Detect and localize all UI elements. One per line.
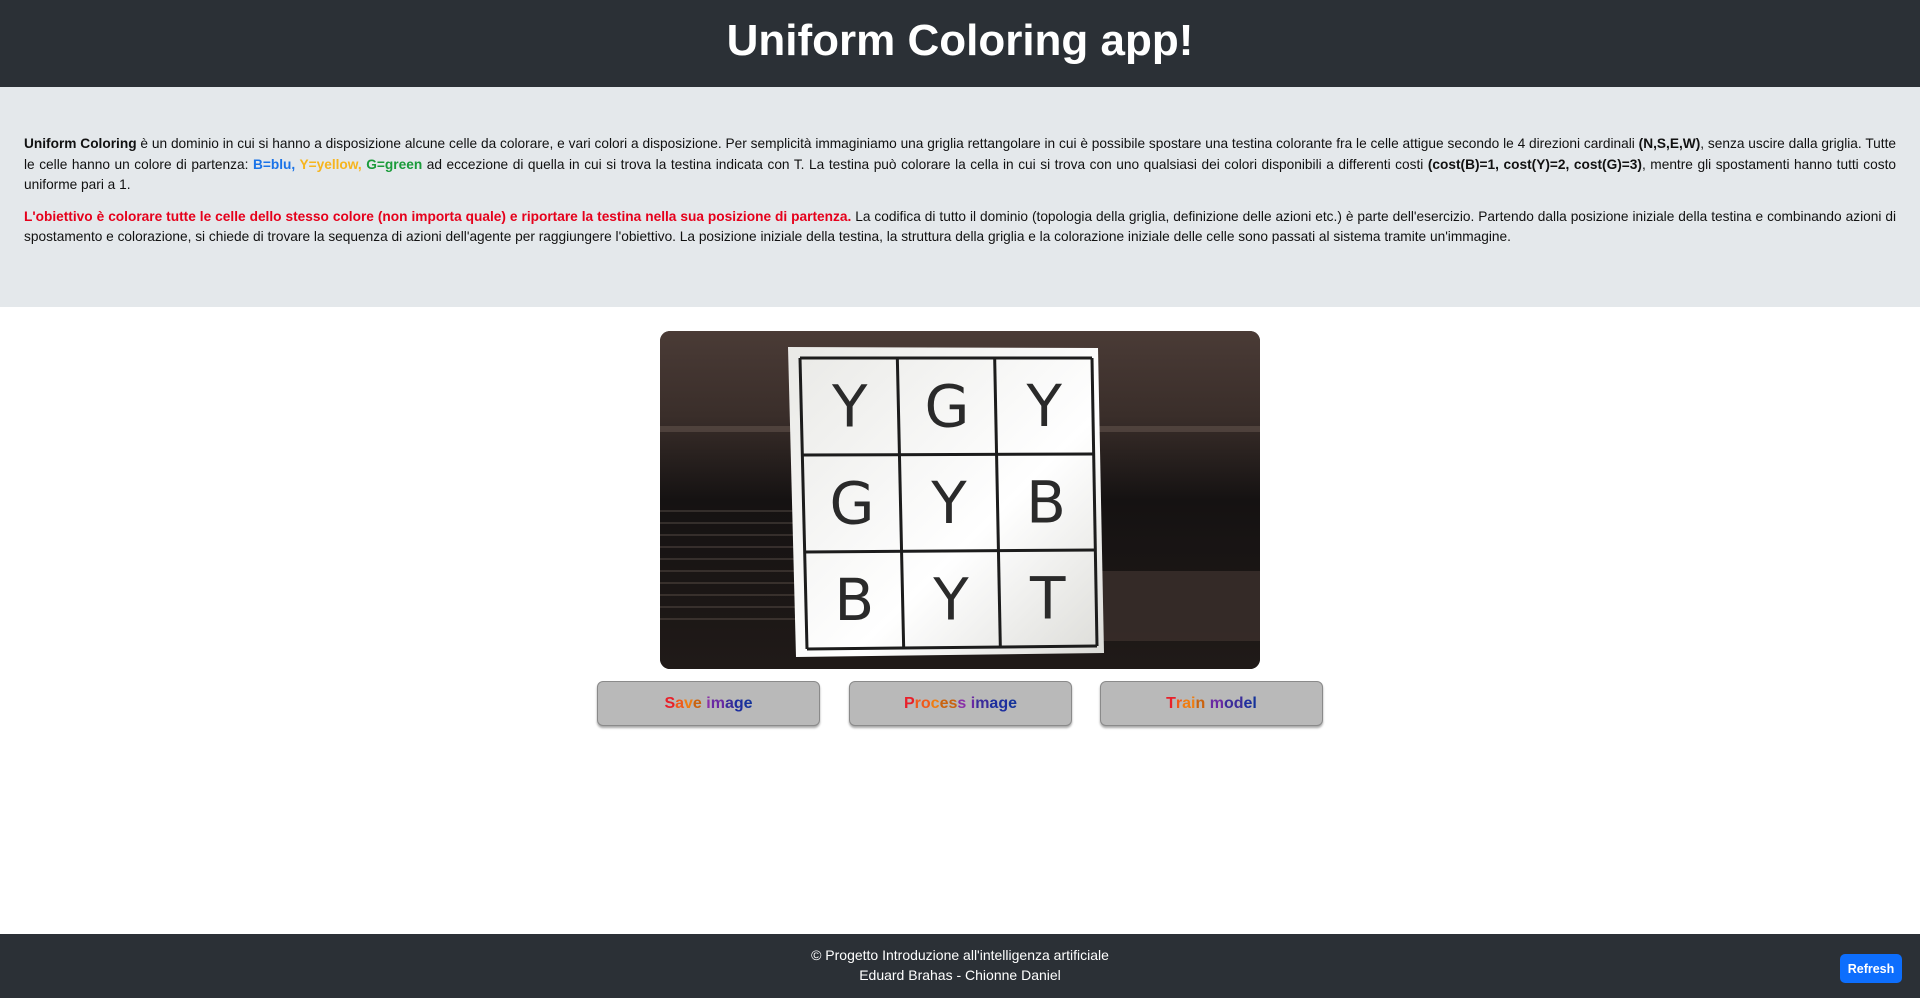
process-image-label: Process image bbox=[903, 694, 1018, 712]
grid-line bbox=[802, 452, 1094, 457]
goal-statement: L'obiettivo è colorare tutte le celle de… bbox=[24, 208, 852, 224]
color-green-label: G=green bbox=[361, 156, 423, 172]
train-model-label: Train model bbox=[1166, 694, 1257, 712]
app-header: Uniform Coloring app! bbox=[0, 0, 1920, 87]
save-image-label: Save image bbox=[664, 694, 753, 712]
footer-project-line: © Progetto Introduzione all'intelligenza… bbox=[811, 947, 1109, 963]
color-blue-label: B=blu, bbox=[252, 156, 296, 172]
description-text: ad eccezione di quella in cui si trova l… bbox=[422, 156, 1428, 172]
refresh-button[interactable]: Refresh bbox=[1840, 954, 1902, 983]
grid-photo: YGYGYBBYT bbox=[660, 331, 1260, 669]
directions: (N,S,E,W) bbox=[1638, 136, 1701, 151]
grid-cell-letter: Y bbox=[1026, 372, 1063, 440]
color-yellow-label: Y=yellow, bbox=[295, 156, 362, 172]
save-image-button[interactable]: Save image bbox=[597, 681, 820, 726]
grid-board: Y G YG Y BB Y T bbox=[788, 347, 1104, 657]
grid-line bbox=[804, 548, 1096, 554]
grid-cell-letter: T bbox=[1029, 564, 1066, 632]
description-panel: Uniform Coloring è un dominio in cui si … bbox=[0, 87, 1920, 307]
grid-cell-letter: Y bbox=[932, 565, 969, 633]
page-title: Uniform Coloring app! bbox=[726, 15, 1194, 65]
grid-cell-letter: G bbox=[830, 469, 875, 537]
grid-cell-letter: B bbox=[834, 566, 874, 634]
grid-cell-letter: G bbox=[925, 372, 970, 440]
description-paragraph-1: Uniform Coloring è un dominio in cui si … bbox=[24, 134, 1896, 196]
description-paragraph-2: L'obiettivo è colorare tutte le celle de… bbox=[24, 207, 1896, 248]
action-buttons: Save image Process image Train model bbox=[597, 681, 1324, 727]
footer: © Progetto Introduzione all'intelligenza… bbox=[0, 934, 1920, 998]
footer-authors-line: Eduard Brahas - Chionne Daniel bbox=[859, 967, 1061, 983]
grid-cell-letter: Y bbox=[831, 372, 868, 440]
domain-name: Uniform Coloring bbox=[24, 136, 137, 151]
grid-cell-letter: Y bbox=[930, 469, 967, 537]
description-text: è un dominio in cui si hanno a disposizi… bbox=[136, 136, 1639, 151]
train-model-button[interactable]: Train model bbox=[1100, 681, 1323, 726]
footer-credits: © Progetto Introduzione all'intelligenza… bbox=[0, 945, 1920, 985]
grid-cell-letter: B bbox=[1026, 468, 1066, 536]
costs: (cost(B)=1, cost(Y)=2, cost(G)=3) bbox=[1427, 156, 1642, 172]
process-image-button[interactable]: Process image bbox=[849, 681, 1072, 726]
